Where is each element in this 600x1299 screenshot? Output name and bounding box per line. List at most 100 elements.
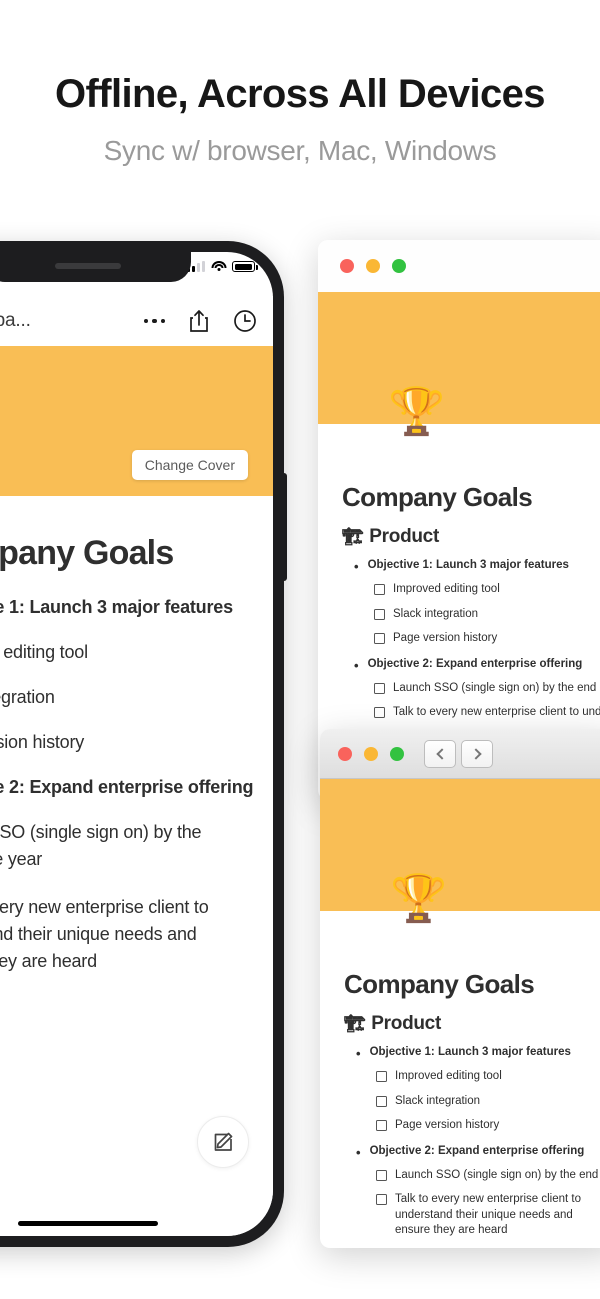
checkbox-item[interactable]: Launch SSO (single sign on) by the end o… bbox=[344, 1168, 600, 1184]
checkbox-item[interactable]: Talk to every new enterprise client to u… bbox=[344, 1192, 594, 1239]
chevron-left-icon[interactable] bbox=[424, 739, 456, 768]
checkbox-item[interactable]: Talk to every new enterprise client to u… bbox=[342, 705, 600, 721]
checkbox-icon[interactable] bbox=[376, 1120, 387, 1132]
checkbox-label: Page version history bbox=[393, 632, 498, 645]
phone-home-indicator bbox=[18, 1221, 158, 1226]
change-cover-button[interactable]: Change Cover bbox=[131, 450, 248, 480]
mac-section-heading: 🏗 Product bbox=[342, 526, 594, 548]
checkbox-icon[interactable] bbox=[374, 682, 385, 694]
mac-doc-title[interactable]: Company Goals bbox=[342, 424, 594, 513]
objective-item: • Objective 1: Launch 3 major features bbox=[342, 559, 594, 573]
phone-doc-line: end of the year bbox=[0, 849, 43, 869]
bullet-icon: • bbox=[356, 1144, 361, 1160]
checkbox-item[interactable]: Slack integration bbox=[344, 1094, 594, 1110]
clock-icon[interactable] bbox=[233, 309, 257, 333]
ellipsis-icon[interactable] bbox=[143, 318, 165, 324]
phone-doc-paragraph: Talk to every new enterprise client to u… bbox=[0, 897, 209, 971]
checkbox-icon[interactable] bbox=[374, 633, 385, 645]
checkbox-label: Talk to every new enterprise client to u… bbox=[393, 706, 600, 719]
checkbox-label: Launch SSO (single sign on) by the end o… bbox=[393, 681, 600, 694]
checkbox-item[interactable]: Launch SSO (single sign on) by the end o… bbox=[342, 681, 600, 697]
objective-item: • Objective 1: Launch 3 major features bbox=[344, 1046, 594, 1060]
phone-doc-title[interactable]: Company Goals bbox=[0, 534, 251, 573]
phone-doc-line: Objective 2: Expand enterprise offering bbox=[0, 777, 254, 797]
minimize-window-icon[interactable] bbox=[366, 259, 380, 273]
checkbox-label: Talk to every new enterprise client to u… bbox=[395, 1193, 582, 1237]
checkbox-icon[interactable] bbox=[376, 1095, 387, 1107]
objective-label: Objective 1: Launch 3 major features bbox=[367, 559, 569, 571]
mac-section-label: Product bbox=[371, 1013, 441, 1034]
phone-speaker bbox=[55, 263, 121, 269]
phone-screen: 🏆 Compa... bbox=[0, 252, 273, 1236]
checkbox-item[interactable]: Slack integration bbox=[342, 607, 594, 623]
page-headline: Offline, Across All Devices bbox=[55, 72, 546, 116]
construction-icon: 🏗 bbox=[342, 527, 364, 546]
phone-power-button[interactable] bbox=[283, 473, 287, 581]
maximize-window-icon[interactable] bbox=[390, 746, 404, 761]
navigation-buttons bbox=[424, 739, 493, 768]
checkbox-label: Improved editing tool bbox=[393, 583, 500, 595]
mac-cover-image bbox=[318, 292, 600, 424]
checkbox-icon[interactable] bbox=[374, 608, 385, 620]
bullet-icon: • bbox=[356, 1046, 361, 1061]
mac-document: 🏆 Company Goals 🏗 Product • Objective 1:… bbox=[320, 875, 600, 1239]
checkbox-item[interactable]: Improved editing tool bbox=[342, 582, 594, 598]
construction-icon: 🏗 bbox=[344, 1014, 366, 1033]
phone-toolbar: 🏆 Compa... bbox=[0, 296, 273, 346]
mac-window-front: 🏆 Company Goals 🏗 Product • Objective 1:… bbox=[320, 729, 600, 1248]
checkbox-label: Slack integration bbox=[395, 1094, 481, 1107]
mac-section-heading: 🏗 Product bbox=[344, 1013, 594, 1035]
mac-cover-image bbox=[320, 779, 600, 911]
trophy-icon: 🏆 bbox=[390, 872, 448, 924]
close-window-icon[interactable] bbox=[338, 746, 352, 761]
objective-label: Objective 1: Launch 3 major features bbox=[369, 1046, 571, 1058]
bullet-icon: • bbox=[354, 657, 359, 673]
checkbox-label: Page version history bbox=[395, 1119, 500, 1132]
phone-notch bbox=[0, 252, 191, 282]
trophy-icon: 🏆 bbox=[388, 385, 446, 437]
minimize-window-icon[interactable] bbox=[364, 746, 378, 761]
mac-titlebar bbox=[320, 729, 600, 779]
checkbox-icon[interactable] bbox=[376, 1071, 387, 1082]
checkbox-item[interactable]: Improved editing tool bbox=[344, 1069, 594, 1085]
checkbox-item[interactable]: Page version history bbox=[344, 1118, 594, 1134]
checkbox-item[interactable]: Page version history bbox=[342, 631, 594, 647]
chevron-right-icon[interactable] bbox=[461, 739, 493, 768]
close-window-icon[interactable] bbox=[340, 259, 354, 273]
phone-doc-line: Launch SSO (single sign on) by the bbox=[0, 822, 202, 842]
checkbox-label: Improved editing tool bbox=[395, 1070, 502, 1082]
mac-titlebar bbox=[318, 240, 600, 292]
phone-status-bar bbox=[187, 261, 258, 272]
objective-item: • Objective 2: Expand enterprise offerin… bbox=[342, 658, 594, 672]
share-icon[interactable] bbox=[189, 309, 209, 333]
mac-document: 🏆 Company Goals 🏗 Product • Objective 1:… bbox=[318, 388, 600, 721]
phone-doc-line: Improved editing tool bbox=[0, 642, 88, 662]
mac-section-label: Product bbox=[369, 526, 439, 547]
promo-screenshot: Offline, Across All Devices Sync w/ brow… bbox=[0, 0, 600, 1299]
traffic-lights bbox=[340, 259, 406, 273]
checkbox-label: Launch SSO (single sign on) by the end o… bbox=[395, 1168, 600, 1181]
page-subheadline: Sync w/ browser, Mac, Windows bbox=[103, 135, 497, 166]
wifi-icon bbox=[211, 261, 226, 272]
checkbox-icon[interactable] bbox=[376, 1169, 387, 1181]
checkbox-icon[interactable] bbox=[374, 584, 385, 595]
phone-doc-line: Slack integration bbox=[0, 687, 55, 707]
checkbox-icon[interactable] bbox=[376, 1194, 387, 1206]
checkbox-label: Slack integration bbox=[393, 607, 479, 620]
mac-window-back: 🏆 Company Goals 🏗 Product • Objective 1:… bbox=[318, 240, 600, 800]
battery-full-icon bbox=[232, 261, 258, 272]
traffic-lights bbox=[338, 746, 404, 761]
objective-label: Objective 2: Expand enterprise offering bbox=[369, 1144, 585, 1157]
phone-doc-line: Objective 1: Launch 3 major features bbox=[0, 597, 233, 617]
phone-page-title[interactable]: Compa... bbox=[0, 310, 31, 332]
bullet-icon: • bbox=[354, 559, 359, 574]
objective-label: Objective 2: Expand enterprise offering bbox=[367, 657, 583, 670]
mac-doc-title[interactable]: Company Goals bbox=[344, 911, 594, 1000]
phone-mockup: 🏆 Compa... bbox=[0, 241, 287, 1247]
maximize-window-icon[interactable] bbox=[392, 259, 406, 273]
phone-cover-image: Change Cover bbox=[0, 346, 273, 496]
phone-doc-line: Page version history bbox=[0, 732, 85, 752]
objective-item: • Objective 2: Expand enterprise offerin… bbox=[344, 1145, 594, 1159]
compose-icon[interactable] bbox=[197, 1116, 249, 1168]
checkbox-icon[interactable] bbox=[374, 707, 385, 719]
